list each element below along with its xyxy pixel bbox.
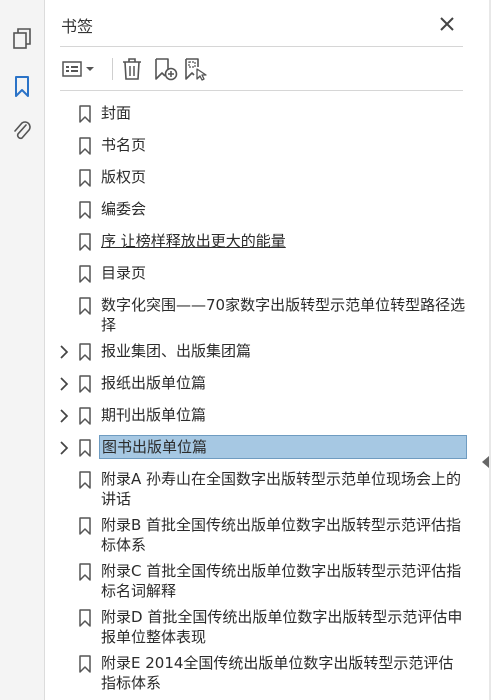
new-bookmark-icon[interactable]	[153, 56, 179, 82]
bookmark-label: 编委会	[101, 200, 147, 218]
bookmark-label: 附录C 首批全国传统出版单位数字出版转型示范评估指标名词解释	[101, 562, 462, 600]
bookmark-label: 目录页	[101, 264, 147, 282]
bookmark-label: 封面	[101, 104, 132, 122]
bookmark-item[interactable]: 版权页	[45, 162, 489, 194]
bookmark-icon	[78, 375, 92, 393]
bookmark-icon	[78, 265, 92, 283]
bookmark-label: 图书出版单位篇	[99, 435, 467, 459]
bookmark-label: 期刊出版单位篇	[101, 406, 207, 424]
bookmark-icon	[78, 233, 92, 251]
bookmark-item[interactable]: 期刊出版单位篇	[45, 400, 489, 432]
bookmark-icon	[78, 137, 92, 155]
chevron-right-icon[interactable]	[57, 376, 71, 392]
bookmark-label: 附录D 首批全国传统出版单位数字出版转型示范评估申报单位整体表现	[101, 608, 463, 646]
collapse-panel-icon[interactable]	[482, 456, 489, 468]
attachment-icon[interactable]	[9, 118, 35, 144]
delete-icon[interactable]	[120, 56, 144, 82]
divider	[60, 90, 463, 91]
bookmark-item[interactable]: 报纸出版单位篇	[45, 368, 489, 400]
bookmark-icon	[78, 297, 92, 315]
bookmark-item[interactable]: 目录页	[45, 258, 489, 290]
bookmark-list: 封面书名页版权页编委会序 让榜样释放出更大的能量 目录页数字化突围——70家数字出…	[45, 98, 489, 694]
divider	[60, 46, 463, 47]
bookmark-item[interactable]: 书名页	[45, 130, 489, 162]
bookmark-item[interactable]: 编委会	[45, 194, 489, 226]
panel-title: 书签	[61, 17, 94, 36]
bookmark-label: 报业集团、出版集团篇	[101, 342, 252, 360]
close-icon[interactable]	[437, 14, 457, 34]
bookmark-label: 数字化突围——70家数字出版转型示范单位转型路径选择	[101, 296, 466, 334]
bookmark-item[interactable]: 图书出版单位篇	[45, 432, 489, 464]
bookmark-icon	[78, 471, 92, 489]
bookmark-label: 附录A 孙寿山在全国数字出版转型示范单位现场会上的讲话	[101, 470, 462, 508]
bookmark-item[interactable]: 附录A 孙寿山在全国数字出版转型示范单位现场会上的讲话	[45, 464, 489, 510]
chevron-right-icon[interactable]	[57, 440, 71, 456]
bookmark-item[interactable]: 报业集团、出版集团篇	[45, 336, 489, 368]
bookmark-item[interactable]: 附录B 首批全国传统出版单位数字出版转型示范评估指标体系	[45, 510, 489, 556]
pages-icon[interactable]	[9, 26, 35, 52]
bookmark-label: 报纸出版单位篇	[101, 374, 207, 392]
bookmark-label: 版权页	[101, 168, 147, 186]
bookmark-item[interactable]: 序 让榜样释放出更大的能量	[45, 226, 489, 258]
bookmark-item[interactable]: 附录E 2014全国传统出版单位数字出版转型示范评估指标体系	[45, 648, 489, 694]
bookmark-item[interactable]: 数字化突围——70家数字出版转型示范单位转型路径选择	[45, 290, 489, 336]
bookmark-icon[interactable]	[9, 74, 35, 100]
bookmark-item[interactable]: 封面	[45, 98, 489, 130]
bookmarks-panel: 书签 封面 书名页 版权页 编委会 序 让榜样释放出更大的能量 目录页 数字化突…	[45, 0, 489, 700]
bookmark-icon	[78, 609, 92, 627]
bookmark-from-selection-icon[interactable]	[183, 56, 209, 82]
bookmark-icon	[78, 517, 92, 535]
bookmark-icon	[78, 407, 92, 425]
bookmark-icon	[78, 201, 92, 219]
bookmark-icon	[78, 655, 92, 673]
options-menu-icon[interactable]	[62, 56, 96, 82]
bookmarks-toolbar	[60, 54, 463, 84]
bookmark-item[interactable]: 附录C 首批全国传统出版单位数字出版转型示范评估指标名词解释	[45, 556, 489, 602]
chevron-right-icon[interactable]	[57, 408, 71, 424]
bookmark-icon	[78, 439, 92, 457]
bookmark-label: 序 让榜样释放出更大的能量	[101, 232, 286, 250]
bookmark-label: 附录B 首批全国传统出版单位数字出版转型示范评估指标体系	[101, 516, 462, 554]
bookmark-icon	[78, 563, 92, 581]
bookmark-icon	[78, 343, 92, 361]
navigation-rail	[0, 0, 45, 700]
bookmark-icon	[78, 169, 92, 187]
bookmark-icon	[78, 105, 92, 123]
bookmark-label: 书名页	[101, 136, 147, 154]
bookmark-label: 附录E 2014全国传统出版单位数字出版转型示范评估指标体系	[101, 654, 454, 692]
toolbar-separator	[112, 58, 113, 80]
chevron-right-icon[interactable]	[57, 344, 71, 360]
bookmark-item[interactable]: 附录D 首批全国传统出版单位数字出版转型示范评估申报单位整体表现	[45, 602, 489, 648]
